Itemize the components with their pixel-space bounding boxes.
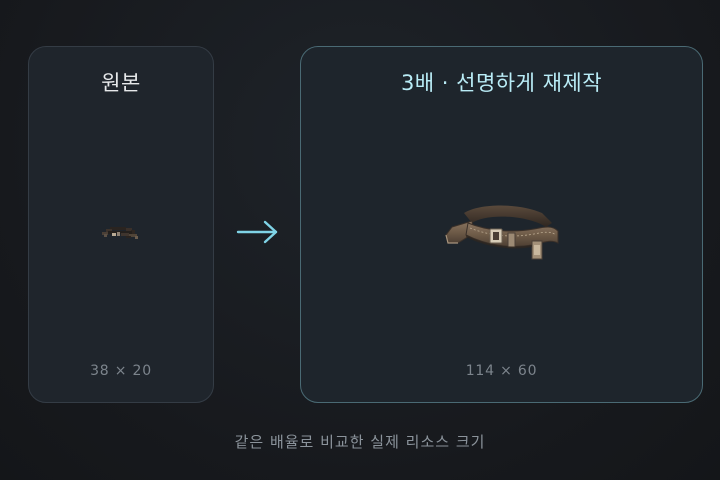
belt-sprite-icon xyxy=(102,227,138,239)
comparison-caption: 같은 배율로 비교한 실제 리소스 크기 xyxy=(234,433,486,451)
upscaled-size-label: 114 × 60 xyxy=(465,363,538,379)
upscaled-panel: 3배 · 선명하게 재제작 114 × 60 xyxy=(300,46,703,403)
original-panel: 원본 38 × 20 xyxy=(28,46,214,403)
belt-sprite-icon xyxy=(445,205,559,260)
original-size-label: 38 × 20 xyxy=(90,363,152,379)
right-arrow-icon xyxy=(236,220,278,244)
upscaled-title: 3배 · 선명하게 재제작 xyxy=(400,71,603,95)
original-title: 원본 xyxy=(101,71,141,95)
